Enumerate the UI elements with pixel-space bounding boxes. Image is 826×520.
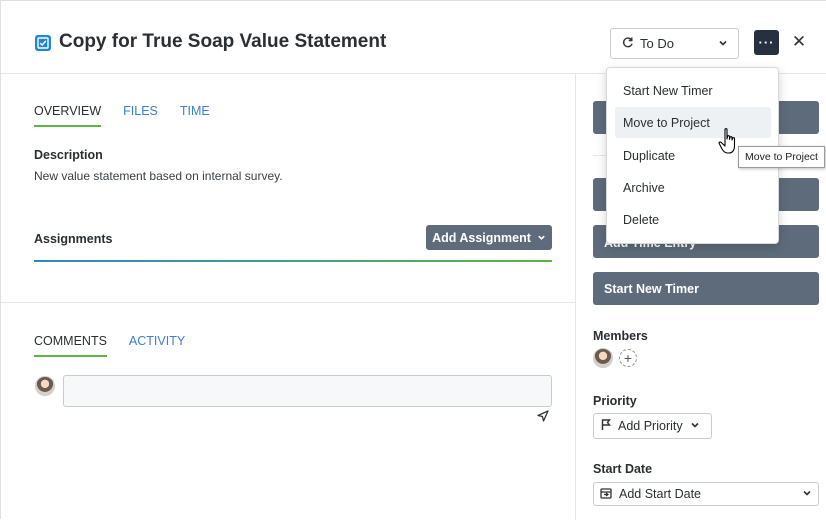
status-label: To Do	[640, 36, 674, 51]
flag-icon	[601, 418, 611, 434]
start-date-heading: Start Date	[593, 462, 653, 476]
add-assignment-label: Add Assignment	[432, 230, 531, 245]
comment-tabs: COMMENTS ACTIVITY	[34, 334, 185, 357]
status-dropdown[interactable]: To Do	[610, 28, 739, 59]
modal-header: Copy for True Soap Value Statement To Do…	[1, 1, 826, 74]
chevron-down-icon	[537, 231, 546, 245]
priority-heading: Priority	[593, 394, 637, 408]
checkbox-icon	[35, 35, 51, 51]
menu-item-delete[interactable]: Delete	[615, 204, 771, 235]
chevron-down-icon	[690, 419, 700, 433]
chevron-down-icon	[802, 487, 812, 501]
menu-item-start-new-timer[interactable]: Start New Timer	[615, 75, 771, 106]
comment-input[interactable]	[63, 375, 552, 407]
add-start-date-label: Add Start Date	[619, 487, 701, 501]
avatar[interactable]	[593, 348, 613, 368]
tab-files[interactable]: FILES	[123, 104, 158, 127]
add-start-date-button[interactable]: Add Start Date	[593, 482, 819, 506]
menu-item-move-to-project[interactable]: Move to Project	[615, 107, 771, 138]
tab-overview[interactable]: OVERVIEW	[34, 104, 102, 127]
main-panel: OVERVIEW FILES TIME Description New valu…	[1, 74, 576, 520]
tab-time[interactable]: TIME	[180, 104, 210, 127]
refresh-icon	[621, 36, 634, 52]
members-heading: Members	[593, 329, 648, 343]
start-new-timer-label: Start New Timer	[604, 281, 699, 296]
tab-comments[interactable]: COMMENTS	[34, 334, 107, 357]
description-heading: Description	[34, 148, 103, 162]
add-priority-label: Add Priority	[618, 419, 683, 433]
ellipsis-icon[interactable]: ···	[754, 30, 779, 55]
add-priority-button[interactable]: Add Priority	[593, 413, 712, 439]
calendar-icon	[600, 487, 612, 502]
tooltip: Move to Project	[738, 146, 825, 168]
close-icon[interactable]: ✕	[791, 32, 807, 52]
task-modal: Copy for True Soap Value Statement To Do…	[0, 0, 826, 520]
tab-activity[interactable]: ACTIVITY	[129, 334, 185, 357]
send-icon[interactable]	[536, 409, 550, 423]
task-title: Copy for True Soap Value Statement	[59, 31, 387, 52]
assignments-divider	[34, 260, 552, 262]
menu-item-archive[interactable]: Archive	[615, 172, 771, 203]
add-member-button[interactable]: +	[619, 349, 637, 367]
description-text[interactable]: New value statement based on internal su…	[34, 169, 283, 183]
detail-tabs: OVERVIEW FILES TIME	[34, 104, 210, 127]
start-new-timer-button[interactable]: Start New Timer	[593, 272, 819, 305]
add-assignment-button[interactable]: Add Assignment	[426, 225, 552, 250]
assignments-heading: Assignments	[34, 232, 113, 246]
avatar	[35, 376, 55, 396]
chevron-down-icon	[718, 36, 728, 51]
section-divider	[1, 302, 575, 303]
members-list: +	[593, 348, 637, 368]
